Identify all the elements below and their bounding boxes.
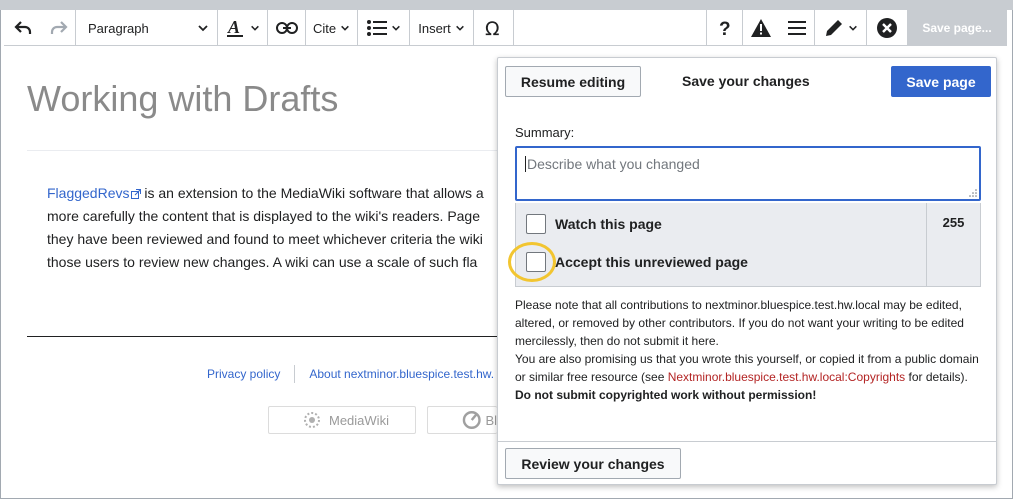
footer-separator bbox=[294, 365, 296, 383]
cite-label: Cite bbox=[312, 20, 337, 36]
link-icon bbox=[275, 22, 298, 34]
notices-button[interactable] bbox=[743, 10, 779, 46]
help-button[interactable]: ? bbox=[707, 10, 743, 46]
summary-placeholder: Describe what you changed bbox=[527, 156, 700, 172]
omega-icon: Ω bbox=[485, 18, 500, 38]
character-count: 255 bbox=[926, 203, 980, 287]
window-top-bar bbox=[0, 0, 1013, 10]
cite-dropdown[interactable]: Cite bbox=[306, 10, 358, 46]
powered-by-bluespice-badge[interactable]: Bl bbox=[427, 406, 497, 434]
bluespice-logo-icon bbox=[462, 411, 481, 429]
watch-page-checkbox[interactable] bbox=[526, 214, 546, 234]
svg-text:?: ? bbox=[719, 19, 731, 38]
accept-unreviewed-checkbox[interactable] bbox=[526, 252, 546, 272]
accept-unreviewed-option[interactable]: Accept this unreviewed page bbox=[526, 252, 748, 272]
special-characters-button[interactable]: Ω bbox=[474, 10, 514, 46]
insert-label: Insert bbox=[418, 20, 451, 36]
notice-warning: Do not submit copyrighted work without p… bbox=[515, 388, 817, 402]
redo-button[interactable] bbox=[42, 10, 76, 46]
watch-page-label: Watch this page bbox=[555, 216, 662, 232]
privacy-policy-link[interactable]: Privacy policy bbox=[207, 367, 280, 385]
undo-button[interactable] bbox=[4, 10, 42, 46]
mediawiki-logo-icon bbox=[304, 412, 320, 428]
paragraph-line-2: more carefully the content that is displ… bbox=[47, 208, 481, 224]
paragraph-format-label: Paragraph bbox=[88, 20, 149, 36]
text-cursor bbox=[525, 156, 526, 172]
chevron-down-icon bbox=[341, 25, 349, 31]
menu-icon bbox=[787, 21, 806, 35]
title-divider bbox=[27, 150, 497, 151]
pencil-icon bbox=[825, 20, 842, 36]
paragraph-format-dropdown[interactable]: Paragraph bbox=[76, 10, 218, 46]
review-changes-button[interactable]: Review your changes bbox=[505, 448, 681, 479]
chevron-down-icon bbox=[391, 25, 400, 31]
watch-page-option[interactable]: Watch this page bbox=[526, 214, 662, 234]
about-link[interactable]: About nextminor.bluespice.test.hw. bbox=[309, 367, 494, 385]
paragraph-line-4: those users to review new changes. A wik… bbox=[47, 254, 478, 270]
content-divider bbox=[27, 336, 497, 337]
help-icon: ? bbox=[719, 19, 731, 38]
summary-label: Summary: bbox=[515, 125, 575, 140]
resume-editing-button[interactable]: Resume editing bbox=[505, 66, 641, 97]
flaggedrevs-link[interactable]: FlaggedRevs bbox=[47, 185, 141, 201]
resize-grip-icon[interactable] bbox=[969, 189, 977, 197]
license-notice: Please note that all contributions to ne… bbox=[515, 296, 985, 404]
svg-text:A: A bbox=[227, 17, 240, 37]
insert-dropdown[interactable]: Insert bbox=[410, 10, 474, 46]
chevron-down-icon bbox=[455, 25, 464, 31]
editor-toolbar: Paragraph A Cite Insert Ω ? Save page... bbox=[4, 10, 1007, 46]
svg-text:Ω: Ω bbox=[485, 18, 500, 38]
list-dropdown[interactable] bbox=[358, 10, 410, 46]
warning-icon bbox=[751, 19, 771, 37]
flaggedrevs-link-text: FlaggedRevs bbox=[47, 185, 130, 201]
mediawiki-badge-label: MediaWiki bbox=[329, 412, 389, 428]
save-page-button[interactable]: Save page bbox=[891, 66, 991, 97]
edit-mode-dropdown[interactable] bbox=[815, 10, 867, 46]
dialog-title: Save your changes bbox=[682, 73, 810, 89]
toolbar-spacer bbox=[514, 10, 707, 45]
accept-unreviewed-label: Accept this unreviewed page bbox=[555, 254, 748, 270]
page-paragraph: FlaggedRevs is an extension to the Media… bbox=[47, 182, 507, 274]
notice-text-2b: for details). bbox=[905, 370, 968, 384]
paragraph-line-3: they have been reviewed and found to mee… bbox=[47, 231, 483, 247]
chevron-down-icon bbox=[848, 25, 857, 31]
link-button[interactable] bbox=[268, 10, 306, 46]
text-style-icon: A bbox=[226, 17, 243, 37]
dialog-footer-divider bbox=[498, 441, 996, 442]
footer-links: Privacy policy About nextminor.bluespice… bbox=[207, 365, 494, 385]
bullet-list-icon bbox=[366, 20, 387, 36]
chevron-down-icon bbox=[198, 25, 208, 32]
summary-input[interactable]: Describe what you changed bbox=[515, 146, 981, 201]
powered-by-mediawiki-badge[interactable]: MediaWiki bbox=[268, 406, 416, 434]
save-options-panel: Watch this page Accept this unreviewed p… bbox=[515, 203, 981, 287]
page-title: Working with Drafts bbox=[27, 78, 339, 119]
save-page-toolbar-button[interactable]: Save page... bbox=[907, 10, 1007, 46]
chevron-down-icon bbox=[250, 25, 259, 31]
text-style-dropdown[interactable]: A bbox=[218, 10, 268, 46]
page-options-button[interactable] bbox=[779, 10, 815, 46]
redo-icon bbox=[50, 21, 68, 34]
external-link-icon bbox=[130, 189, 141, 200]
copyrights-link[interactable]: Nextminor.bluespice.test.hw.local:Copyri… bbox=[668, 370, 905, 384]
bluespice-badge-label: Bl bbox=[485, 412, 497, 428]
save-changes-dialog: Resume editing Save your changes Save pa… bbox=[497, 57, 997, 485]
paragraph-line-1: is an extension to the MediaWiki softwar… bbox=[140, 185, 484, 201]
close-icon bbox=[877, 18, 897, 38]
close-editor-button[interactable] bbox=[867, 10, 907, 46]
notice-text-1: Please note that all contributions to ne… bbox=[515, 298, 964, 348]
undo-icon bbox=[14, 21, 32, 34]
